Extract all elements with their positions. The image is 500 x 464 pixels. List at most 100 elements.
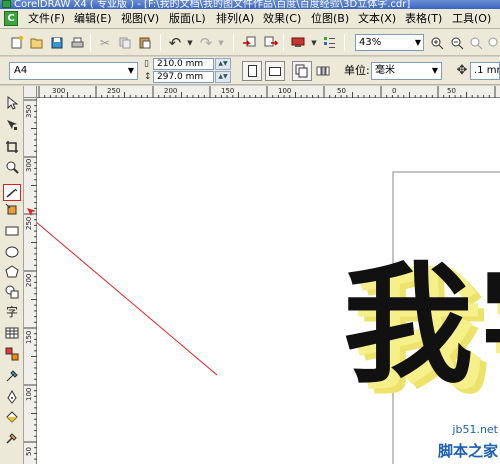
zoom-page-icon[interactable]: [468, 35, 484, 50]
menu-layout[interactable]: 版面(L): [169, 12, 206, 26]
watermark-text: 脚本之家: [437, 442, 498, 460]
ruler-label: 350: [25, 104, 33, 118]
drawing-canvas[interactable]: 我 我 我 字 字: [37, 98, 500, 464]
ruler-label: 150: [25, 330, 33, 344]
page-height-value: 297.0 mm: [157, 72, 204, 82]
redo-dropdown-icon[interactable]: ▼: [213, 35, 229, 50]
pages-icon: [295, 64, 308, 78]
all-pages-button[interactable]: [292, 61, 312, 81]
new-document-icon[interactable]: [9, 35, 25, 50]
polygon-tool-icon[interactable]: [3, 263, 21, 280]
coreldraw-logo-icon[interactable]: C: [4, 11, 18, 26]
table-tool-icon[interactable]: [3, 324, 21, 341]
text-tool-icon[interactable]: 字: [3, 303, 21, 320]
menu-arrange[interactable]: 排列(A): [216, 12, 254, 26]
unit-value: 毫米: [375, 65, 395, 76]
vertical-ruler[interactable]: 350 300 250 200 150 100 50: [24, 98, 37, 464]
copy-icon[interactable]: [117, 35, 133, 50]
crop-tool-icon[interactable]: [3, 138, 21, 155]
toolbar-separator: [283, 34, 284, 51]
interactive-blend-tool-icon[interactable]: [3, 345, 21, 362]
chevron-down-icon: ▼: [431, 66, 438, 75]
menu-bitmaps[interactable]: 位图(B): [311, 12, 349, 26]
ruler-label: 50: [447, 87, 456, 95]
pick-tool-icon[interactable]: [3, 94, 21, 111]
ruler-label: 50: [25, 447, 33, 456]
ruler-label: 300: [25, 158, 33, 172]
ruler-label: 100: [25, 387, 33, 401]
open-folder-icon[interactable]: [29, 35, 45, 50]
save-icon[interactable]: [49, 35, 65, 50]
canvas-artwork: 我 我 我 字 字: [37, 171, 500, 464]
annotation-arrowhead: [27, 208, 36, 216]
zoom-out-icon[interactable]: [449, 35, 465, 50]
ellipse-tool-icon[interactable]: [3, 243, 21, 260]
height-icon: ↕: [144, 72, 152, 82]
nudge-distance-field[interactable]: .1 mm: [470, 62, 500, 80]
menu-table[interactable]: 表格(T): [405, 12, 442, 26]
property-bar: A4 ▼ ▯ 210.0 mm ▲▼ ↕ 297.0 mm ▲▼ 单位: 毫米 …: [0, 57, 500, 85]
page-height-field[interactable]: 297.0 mm: [153, 71, 214, 83]
print-icon[interactable]: [69, 35, 85, 50]
menu-tools[interactable]: 工具(O): [452, 12, 491, 26]
ruler-origin[interactable]: [24, 86, 37, 98]
current-page-icon[interactable]: [315, 63, 331, 78]
toolbar-separator: [160, 34, 161, 51]
horizontal-ruler[interactable]: 300 250 200 150 100 50 0 50: [37, 86, 500, 98]
landscape-button[interactable]: [265, 61, 285, 81]
paste-icon[interactable]: [137, 35, 153, 50]
fill-tool-icon[interactable]: [3, 408, 21, 425]
export-icon[interactable]: [263, 35, 279, 50]
page-width-field[interactable]: 210.0 mm: [153, 58, 214, 70]
portrait-button[interactable]: [242, 61, 262, 81]
standard-toolbar: ✂ ↶ ▼ ↷ ▼ ▼ 43% ▼: [0, 29, 500, 56]
unit-select[interactable]: 毫米 ▼: [371, 62, 442, 80]
ruler-label: 150: [221, 87, 235, 95]
eyedropper-tool-icon[interactable]: [3, 367, 21, 384]
width-spinner[interactable]: ▲▼: [215, 58, 231, 70]
portrait-icon: [247, 65, 257, 77]
artwork-text: 字: [479, 249, 500, 401]
zoom-level-select[interactable]: 43% ▼: [355, 34, 424, 51]
watermark-url: jb51.net: [452, 423, 498, 436]
ruler-label: 100: [278, 87, 292, 95]
height-spinner[interactable]: ▲▼: [215, 71, 231, 83]
undo-icon[interactable]: ↶: [167, 34, 183, 52]
welcome-screen-icon[interactable]: [321, 35, 337, 50]
shape-tool-icon[interactable]: [3, 116, 21, 133]
toolbar-separator: [90, 34, 91, 51]
chevron-down-icon: ▼: [414, 38, 421, 47]
undo-dropdown-icon[interactable]: ▼: [182, 35, 198, 50]
menu-edit[interactable]: 编辑(E): [74, 12, 112, 26]
artwork-text: 我: [343, 249, 473, 401]
paper-size-select[interactable]: A4 ▼: [9, 62, 138, 80]
interactive-fill-tool-icon[interactable]: [3, 429, 21, 446]
application-launcher-icon[interactable]: [290, 35, 306, 50]
zoom-tool-icon[interactable]: [3, 158, 21, 175]
zoom-in-icon[interactable]: [429, 35, 445, 50]
toolbox: 字: [0, 86, 24, 464]
ruler-label: 200: [164, 87, 178, 95]
menu-text[interactable]: 文本(X): [358, 12, 396, 26]
redo-icon[interactable]: ↷: [198, 34, 214, 52]
cut-icon[interactable]: ✂: [97, 35, 113, 50]
basic-shapes-tool-icon[interactable]: [3, 283, 21, 300]
title-bar: CorelDRAW X4 ( 专业版 ) - [F:\我的文档\我的图文件作品\…: [0, 0, 500, 9]
launcher-dropdown-icon[interactable]: ▼: [306, 35, 322, 50]
rectangle-tool-icon[interactable]: [3, 222, 21, 239]
toolbar-separator: [344, 34, 345, 51]
freehand-tool-icon[interactable]: [3, 184, 21, 201]
zoom-selected-icon[interactable]: [486, 35, 500, 50]
smart-fill-tool-icon[interactable]: [3, 201, 21, 218]
window-title: CorelDRAW X4 ( 专业版 ) - [F:\我的文档\我的图文件作品\…: [14, 0, 411, 9]
unit-label: 单位:: [344, 64, 370, 77]
menu-effects[interactable]: 效果(C): [263, 12, 301, 26]
width-icon: ▯: [144, 59, 149, 69]
landscape-icon: [269, 66, 281, 76]
menu-file[interactable]: 文件(F): [28, 12, 65, 26]
outline-pen-tool-icon[interactable]: [3, 388, 21, 405]
import-icon[interactable]: [241, 35, 257, 50]
menu-view[interactable]: 视图(V): [121, 12, 159, 26]
page-width-value: 210.0 mm: [157, 59, 204, 69]
menu-bar: C 文件(F) 编辑(E) 视图(V) 版面(L) 排列(A) 效果(C) 位图…: [0, 9, 500, 29]
